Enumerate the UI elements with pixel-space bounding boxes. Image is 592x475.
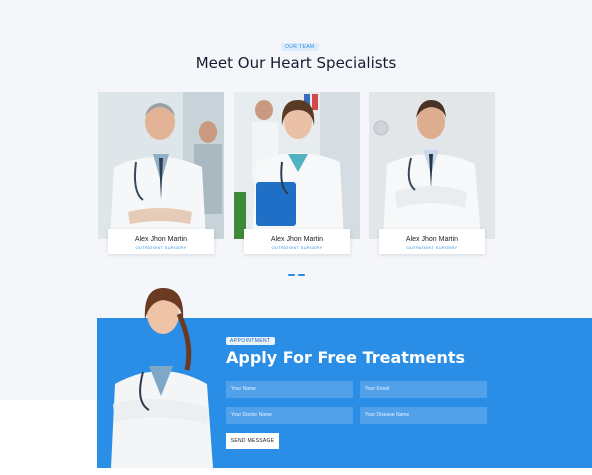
specialist-name[interactable]: Alex Jhon Martin	[379, 236, 485, 243]
specialist-photo	[234, 92, 360, 239]
doctor-image	[103, 284, 223, 468]
specialist-info: Alex Jhon Martin OUTPATIENT SURGERY	[379, 229, 485, 254]
specialist-role: OUTPATIENT SURGERY	[271, 245, 323, 250]
appointment-tag: APPOINTMENT	[226, 337, 275, 345]
specialist-card[interactable]: Alex Jhon Martin OUTPATIENT SURGERY	[234, 92, 360, 264]
specialist-card[interactable]: Alex Jhon Martin OUTPATIENT SURGERY	[98, 92, 224, 264]
disease-name-field[interactable]	[360, 407, 487, 424]
team-title: Meet Our Heart Specialists	[195, 54, 397, 72]
specialist-name[interactable]: Alex Jhon Martin	[108, 236, 214, 243]
carousel-dot[interactable]	[298, 274, 305, 276]
appointment-title: Apply For Free Treatments	[226, 348, 466, 367]
carousel-dot[interactable]	[288, 274, 295, 276]
email-field[interactable]	[360, 381, 487, 398]
specialist-role: OUTPATIENT SURGERY	[135, 245, 187, 250]
specialist-photo	[369, 92, 495, 239]
name-field[interactable]	[226, 381, 353, 398]
specialist-card[interactable]: Alex Jhon Martin OUTPATIENT SURGERY	[369, 92, 495, 264]
specialist-role: OUTPATIENT SURGERY	[406, 245, 458, 250]
send-message-button[interactable]: SEND MESSAGE	[226, 433, 279, 449]
specialist-name[interactable]: Alex Jhon Martin	[244, 236, 350, 243]
specialist-info: Alex Jhon Martin OUTPATIENT SURGERY	[108, 229, 214, 254]
specialist-info: Alex Jhon Martin OUTPATIENT SURGERY	[244, 229, 350, 254]
specialist-photo	[98, 92, 224, 239]
team-tag: OUR TEAM	[281, 43, 319, 51]
doctor-name-field[interactable]	[226, 407, 353, 424]
